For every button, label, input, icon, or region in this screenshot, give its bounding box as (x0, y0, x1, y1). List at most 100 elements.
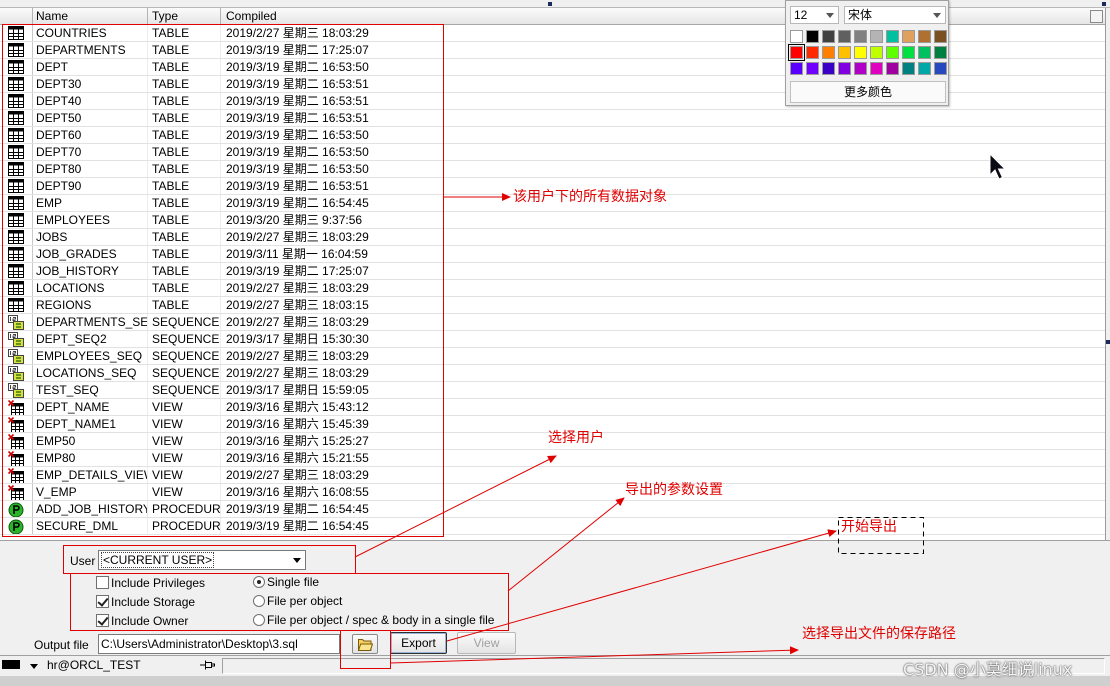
include-owner-checkbox[interactable] (96, 614, 109, 627)
output-file-label: Output file (34, 638, 89, 652)
color-swatch[interactable] (934, 46, 947, 59)
object-name: DEPT_NAME1 (33, 416, 148, 432)
object-compiled: 2019/3/19 星期二 16:53:51 (226, 179, 369, 193)
pin-icon[interactable] (200, 659, 216, 671)
resize-handle[interactable] (1106, 340, 1110, 344)
sequence-icon (0, 331, 33, 347)
color-swatch[interactable] (918, 46, 931, 59)
chevron-down-icon[interactable] (30, 664, 38, 669)
color-swatch[interactable] (902, 30, 915, 43)
grid-row[interactable]: V_EMP VIEW 2019/3/16 星期六 16:08:55 (0, 484, 1105, 501)
chevron-down-icon[interactable] (826, 13, 834, 18)
grid-row[interactable]: TEST_SEQ SEQUENCE 2019/3/17 星期日 15:59:05 (0, 382, 1105, 399)
color-swatch[interactable] (806, 62, 819, 75)
color-swatch[interactable] (822, 46, 835, 59)
color-swatch[interactable] (822, 30, 835, 43)
chevron-down-icon[interactable] (293, 558, 301, 563)
color-swatch[interactable] (854, 46, 867, 59)
color-swatch[interactable] (854, 62, 867, 75)
color-swatch[interactable] (918, 30, 931, 43)
file-per-object-radio[interactable] (253, 595, 265, 607)
output-file-input[interactable] (98, 634, 340, 654)
object-compiled: 2019/3/19 星期二 16:53:50 (226, 145, 369, 159)
grid-row[interactable]: EMPLOYEES TABLE 2019/3/20 星期三 9:37:56 (0, 212, 1105, 229)
object-type: TABLE (148, 246, 221, 262)
color-swatch[interactable] (918, 62, 931, 75)
object-compiled: 2019/3/19 星期二 16:53:51 (226, 77, 369, 91)
grid-row[interactable]: DEPT80 TABLE 2019/3/19 星期二 16:53:50 (0, 161, 1105, 178)
grid-row[interactable]: DEPT70 TABLE 2019/3/19 星期二 16:53:50 (0, 144, 1105, 161)
header-icon-column[interactable] (0, 8, 33, 24)
color-swatch[interactable] (886, 30, 899, 43)
object-type: VIEW (148, 484, 221, 500)
grid-row[interactable]: REGIONS TABLE 2019/2/27 星期三 18:03:15 (0, 297, 1105, 314)
color-swatch[interactable] (870, 46, 883, 59)
object-type: TABLE (148, 212, 221, 228)
color-swatch[interactable] (902, 46, 915, 59)
color-swatch[interactable] (790, 62, 803, 75)
grid-row[interactable]: DEPARTMENTS_SEQ SEQUENCE 2019/2/27 星期三 18:… (0, 314, 1105, 331)
file-per-object-spec-body-radio[interactable] (253, 614, 265, 626)
color-swatch[interactable] (838, 30, 851, 43)
object-type: TABLE (148, 178, 221, 194)
color-swatch[interactable] (886, 46, 899, 59)
grid-row[interactable]: JOBS TABLE 2019/2/27 星期三 18:03:29 (0, 229, 1105, 246)
resize-handle[interactable] (548, 2, 552, 6)
header-name[interactable]: Name (33, 8, 148, 24)
header-type[interactable]: Type (148, 8, 221, 24)
grid-row[interactable]: DEPT_NAME VIEW 2019/3/16 星期六 15:43:12 (0, 399, 1105, 416)
grid-row[interactable]: EMPLOYEES_SEQ SEQUENCE 2019/2/27 星期三 18:03… (0, 348, 1105, 365)
color-swatch[interactable] (934, 62, 947, 75)
color-swatch[interactable] (886, 62, 899, 75)
grid-row[interactable]: DEPT_SEQ2 SEQUENCE 2019/3/17 星期日 15:30:30 (0, 331, 1105, 348)
start-export-annotation: 开始导出 (841, 519, 897, 535)
csdn-watermark: CSDN @小莫细说linux (903, 660, 1073, 679)
color-swatch[interactable] (838, 46, 851, 59)
resize-handle[interactable] (1102, 2, 1106, 6)
grid-row[interactable]: LOCATIONS TABLE 2019/2/27 星期三 18:03:29 (0, 280, 1105, 297)
export-button[interactable]: Export (390, 632, 447, 654)
color-swatch[interactable] (934, 30, 947, 43)
view-button[interactable]: View (457, 632, 516, 654)
grid-row[interactable]: EMP80 VIEW 2019/3/16 星期六 15:21:55 (0, 450, 1105, 467)
single-file-radio[interactable] (253, 576, 265, 588)
include-privileges-label: Include Privileges (111, 576, 206, 590)
object-compiled: 2019/3/19 星期二 16:54:45 (226, 519, 369, 533)
include-privileges-checkbox[interactable] (96, 576, 109, 589)
grid-row[interactable]: LOCATIONS_SEQ SEQUENCE 2019/2/27 星期三 18:03… (0, 365, 1105, 382)
color-swatch[interactable] (806, 30, 819, 43)
color-swatch[interactable] (790, 30, 803, 43)
grid-row[interactable]: EMP_DETAILS_VIEW VIEW 2019/2/27 星期三 18:03:… (0, 467, 1105, 484)
grid-row[interactable]: DEPT50 TABLE 2019/3/19 星期二 16:53:51 (0, 110, 1105, 127)
color-swatch[interactable] (806, 46, 819, 59)
grid-row[interactable]: SECURE_DMLPROCEDURE 2019/3/19 星期二 16:54:4… (0, 518, 1105, 535)
chevron-down-icon[interactable] (933, 13, 941, 18)
color-swatch[interactable] (854, 30, 867, 43)
header-compiled[interactable]: Compiled (221, 8, 441, 24)
table-icon (0, 161, 33, 177)
grid-row[interactable]: JOB_HISTORY TABLE 2019/3/19 星期二 17:25:07 (0, 263, 1105, 280)
color-swatch[interactable] (788, 44, 805, 61)
grid-row[interactable]: ADD_JOB_HISTORYPROCEDURE 2019/3/19 星期二 16… (0, 501, 1105, 518)
user-select[interactable]: <CURRENT USER> (98, 550, 306, 570)
color-swatch[interactable] (838, 62, 851, 75)
color-swatch[interactable] (2, 660, 20, 669)
browse-folder-button[interactable] (352, 634, 378, 654)
include-owner-label: Include Owner (111, 614, 189, 628)
color-swatch[interactable] (870, 62, 883, 75)
color-swatch[interactable] (902, 62, 915, 75)
font-size-combo[interactable]: 12 (790, 6, 839, 24)
font-name-combo[interactable]: 宋体 (844, 6, 946, 24)
grid-row[interactable]: JOB_GRADES TABLE 2019/3/11 星期一 16:04:59 (0, 246, 1105, 263)
user-select-value: <CURRENT USER> (100, 552, 215, 568)
grid-row[interactable]: DEPT60 TABLE 2019/3/19 星期二 16:53:50 (0, 127, 1105, 144)
connection-label[interactable]: hr@ORCL_TEST (47, 658, 141, 672)
color-swatch[interactable] (870, 30, 883, 43)
table-icon (0, 246, 33, 262)
color-swatch[interactable] (822, 62, 835, 75)
include-storage-checkbox[interactable] (96, 595, 109, 608)
object-compiled: 2019/3/19 星期二 16:53:51 (226, 111, 369, 125)
column-chooser-button[interactable] (1090, 10, 1103, 23)
object-compiled: 2019/2/27 星期三 18:03:15 (226, 298, 369, 312)
more-colors-button[interactable]: 更多颜色 (790, 81, 946, 103)
